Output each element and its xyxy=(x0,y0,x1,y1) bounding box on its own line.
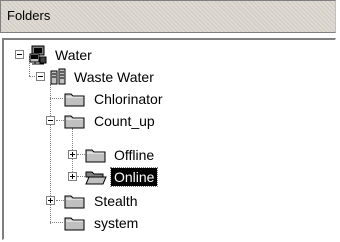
tree-item-label-selected: Online xyxy=(109,167,159,187)
tree-line xyxy=(50,98,63,99)
folder-icon xyxy=(64,113,86,134)
network-server-icon xyxy=(28,45,48,70)
tree-item-label: Waste Water xyxy=(74,69,154,85)
tree-item-label: system xyxy=(94,215,139,231)
folder-icon xyxy=(64,193,86,214)
folder-icon xyxy=(64,91,86,112)
tree-item-label: Water xyxy=(55,47,92,63)
expand-toggle[interactable] xyxy=(46,196,55,205)
folder-tree[interactable]: Water Waste Water Chlorinator Count_up O… xyxy=(2,38,336,240)
folders-header: Folders xyxy=(0,0,336,33)
expand-toggle[interactable] xyxy=(68,172,77,181)
server-group-icon xyxy=(49,68,67,91)
tree-line xyxy=(77,154,85,155)
collapse-toggle[interactable] xyxy=(36,72,45,81)
tree-item-label: Offline xyxy=(114,147,155,163)
folder-icon xyxy=(85,147,107,168)
tree-line xyxy=(50,222,63,223)
tree-item-label: Chlorinator xyxy=(94,91,163,107)
folders-panel: Folders Water Waste Water Chlorinator Co… xyxy=(0,0,340,242)
folder-icon xyxy=(64,215,86,236)
collapse-toggle[interactable] xyxy=(15,50,24,59)
tree-line xyxy=(77,176,85,177)
tree-item-label: Stealth xyxy=(94,193,138,209)
folders-title: Folders xyxy=(7,8,51,23)
tree-line xyxy=(56,200,64,201)
tree-item-label: Count_up xyxy=(94,113,155,129)
tree-line xyxy=(56,120,64,121)
open-folder-icon xyxy=(85,169,107,190)
collapse-toggle[interactable] xyxy=(46,116,55,125)
expand-toggle[interactable] xyxy=(68,150,77,159)
